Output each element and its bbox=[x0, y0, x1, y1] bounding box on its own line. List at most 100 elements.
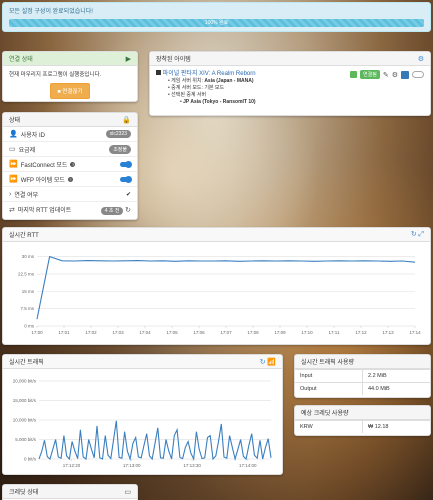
credit-table: KRW ₩ 12.18 bbox=[295, 420, 430, 433]
play-icon: ▶ bbox=[125, 55, 131, 63]
connection-panel: 연결 상태 ▶ 현재 마우리지 프로그램이 실행중입니다. ■ 연결끊기 bbox=[2, 51, 138, 102]
windows-icon bbox=[350, 71, 358, 78]
rtt-header: 실시간 RTT ↻ ⤢ bbox=[3, 228, 430, 242]
signal-icon: 📶 bbox=[267, 358, 276, 366]
x-tick-label: 17:12:20 bbox=[63, 463, 81, 468]
y-tick-label: 5,000 bit/s bbox=[15, 437, 37, 442]
x-tick-label: 17:10 bbox=[301, 330, 313, 335]
rtt-panel: 실시간 RTT ↻ ⤢ 0 ms 7.5 ms 15 ms 22.5 ms 30 ms 1… bbox=[2, 227, 431, 345]
help-icon[interactable]: ? bbox=[70, 161, 76, 167]
rtt-title: 실시간 RTT bbox=[9, 233, 39, 239]
series-line bbox=[38, 420, 272, 462]
table-row: Input 2.2 MiB bbox=[295, 369, 430, 383]
connect-button[interactable] bbox=[401, 70, 409, 79]
progress-fill: 100% 완료 bbox=[9, 19, 424, 27]
sync-icon: ⇄ bbox=[9, 206, 15, 214]
stop-icon: ■ bbox=[57, 89, 61, 95]
connected-check-icon: ✔ bbox=[125, 191, 131, 198]
games-title: 장착된 아이템 bbox=[156, 57, 191, 63]
y-tick-label: 30 ms bbox=[22, 254, 35, 259]
fastconnect-label: FastConnect 모드 bbox=[20, 162, 68, 169]
x-tick-label: 17:11 bbox=[329, 330, 340, 335]
game-toggle[interactable] bbox=[412, 71, 424, 78]
x-tick-label: 17:14:00 bbox=[239, 463, 257, 468]
x-tick-label: 17:08 bbox=[247, 330, 259, 335]
status-tag: 연결됨 bbox=[360, 70, 380, 79]
user-id-label: 사용자 ID bbox=[20, 132, 45, 139]
game-title-link[interactable]: 파이널 판타지 XIV: A Realm Reborn bbox=[163, 71, 256, 77]
refresh-icon[interactable]: ↻ bbox=[125, 207, 131, 214]
traffic-chart: 0 bit/s 5,000 bit/s 10,000 bit/s 15,000 bit… bbox=[13, 379, 272, 468]
status-row-plan: ▭ 요금제 조정불 bbox=[3, 142, 137, 157]
expand-icon[interactable]: ⤢ bbox=[418, 231, 424, 238]
x-tick-label: 17:03 bbox=[112, 330, 124, 335]
rtt-chart: 0 ms 7.5 ms 15 ms 22.5 ms 30 ms 17:00 17:01 17:… bbox=[18, 254, 421, 335]
usage-panel: 실시간 트래픽 사용량 Input 2.2 MiB Output 44.0 MiB bbox=[294, 354, 431, 398]
credit-status-header: 크레딧 상태 ▭ bbox=[3, 485, 137, 499]
usage-table: Input 2.2 MiB Output 44.0 MiB bbox=[295, 369, 430, 395]
rtt-update-label: 마지막 RTT 업데이트 bbox=[17, 208, 72, 214]
x-tick-label: 17:06 bbox=[193, 330, 205, 335]
series-line bbox=[36, 255, 416, 320]
connection-status-text: 현재 마우리지 프로그램이 실행중입니다. bbox=[9, 72, 102, 78]
refresh-icon[interactable]: ↻ bbox=[411, 231, 417, 238]
usage-header: 실시간 트래픽 사용량 bbox=[295, 355, 430, 369]
game-icon bbox=[156, 70, 161, 75]
tree-item: 중계 서버 모드: 기본 모드 bbox=[168, 85, 424, 92]
refresh-icon[interactable]: ↻ bbox=[260, 359, 266, 366]
credit-header: 예상 크레딧 사용량 bbox=[295, 406, 430, 420]
traffic-title: 실시간 트래픽 bbox=[9, 360, 44, 366]
alert-message: 모든 설정 구성이 완료되었습니다! bbox=[9, 9, 93, 15]
y-tick-label: 15,000 bit/s bbox=[13, 398, 37, 403]
x-tick-label: 17:13:00 bbox=[123, 463, 141, 468]
credit-panel: 예상 크레딧 사용량 KRW ₩ 12.18 bbox=[294, 405, 431, 436]
connected-label: 연결 여부 bbox=[14, 192, 39, 199]
card-icon: ▭ bbox=[9, 146, 16, 153]
x-tick-label: 17:02 bbox=[85, 330, 97, 335]
x-tick-label: 17:07 bbox=[220, 330, 232, 335]
x-tick-label: 17:04 bbox=[139, 330, 151, 335]
relay-server: JP Asia (Tokyo - RansomIT 10) bbox=[180, 99, 424, 106]
status-panel: 상태 🔒 👤 사용자 ID xlc2323 ▭ 요금제 조정불 ⏩ FastConne… bbox=[2, 112, 138, 220]
gear-icon[interactable]: ⚙ bbox=[392, 71, 398, 79]
user-id-badge: xlc2323 bbox=[105, 130, 131, 138]
x-tick-label: 17:09 bbox=[274, 330, 286, 335]
fast-forward-icon: ⏩ bbox=[9, 176, 18, 183]
plan-badge: 조정불 bbox=[109, 144, 131, 154]
wfp-toggle[interactable] bbox=[120, 175, 132, 183]
connection-title: 연결 상태 bbox=[9, 57, 33, 63]
help-icon[interactable]: ? bbox=[67, 176, 73, 182]
status-row-connected: › 연결 여부 ✔ bbox=[3, 187, 137, 202]
gear-icon[interactable]: ⚙ bbox=[418, 55, 424, 63]
pencil-icon[interactable]: ✎ bbox=[383, 71, 389, 79]
traffic-header: 실시간 트래픽 ↻ 📶 bbox=[3, 355, 282, 369]
credit-status-panel: 크레딧 상태 ▭ bbox=[2, 484, 138, 500]
y-tick-label: 22.5 ms bbox=[18, 271, 35, 276]
x-tick-label: 17:13 bbox=[382, 330, 394, 335]
fast-forward-icon: ⏩ bbox=[9, 161, 18, 168]
fastconnect-toggle[interactable] bbox=[120, 160, 132, 168]
status-row-user-id: 👤 사용자 ID xlc2323 bbox=[3, 127, 137, 142]
status-title: 상태 bbox=[9, 118, 21, 124]
x-tick-label: 17:12 bbox=[355, 330, 367, 335]
y-tick-label: 15 ms bbox=[22, 289, 35, 294]
status-row-wfp: ⏩ WFP 아이템 모드? bbox=[3, 172, 137, 187]
plan-label: 요금제 bbox=[18, 147, 36, 154]
disconnect-button[interactable]: ■ 연결끊기 bbox=[50, 83, 90, 99]
setup-progress-bar: 100% 완료 bbox=[9, 19, 424, 27]
status-row-fastconnect: ⏩ FastConnect 모드? bbox=[3, 157, 137, 172]
credit-title: 예상 크레딧 사용량 bbox=[301, 411, 349, 417]
games-header: 장착된 아이템 ⚙ bbox=[150, 52, 430, 66]
y-tick-label: 0 ms bbox=[24, 324, 35, 329]
tree-item: 선택된 중계 서버 JP Asia (Tokyo - RansomIT 10) bbox=[168, 92, 424, 106]
credit-status-title: 크레딧 상태 bbox=[9, 490, 39, 496]
tree-item: 게임 서버 위치: Asia (Japan - MANA) bbox=[168, 78, 424, 85]
y-tick-label: 0 bit/s bbox=[24, 457, 37, 462]
card-icon: ▭ bbox=[124, 488, 131, 496]
x-tick-label: 17:01 bbox=[58, 330, 70, 335]
connection-header: 연결 상태 ▶ bbox=[3, 52, 137, 66]
x-tick-label: 17:05 bbox=[166, 330, 178, 335]
table-row: Output 44.0 MiB bbox=[295, 382, 430, 395]
game-controls: 연결됨 ✎ ⚙ bbox=[350, 70, 424, 79]
status-row-rtt-update: ⇄ 마지막 RTT 업데이트 4 초 전 ↻ bbox=[3, 202, 137, 217]
